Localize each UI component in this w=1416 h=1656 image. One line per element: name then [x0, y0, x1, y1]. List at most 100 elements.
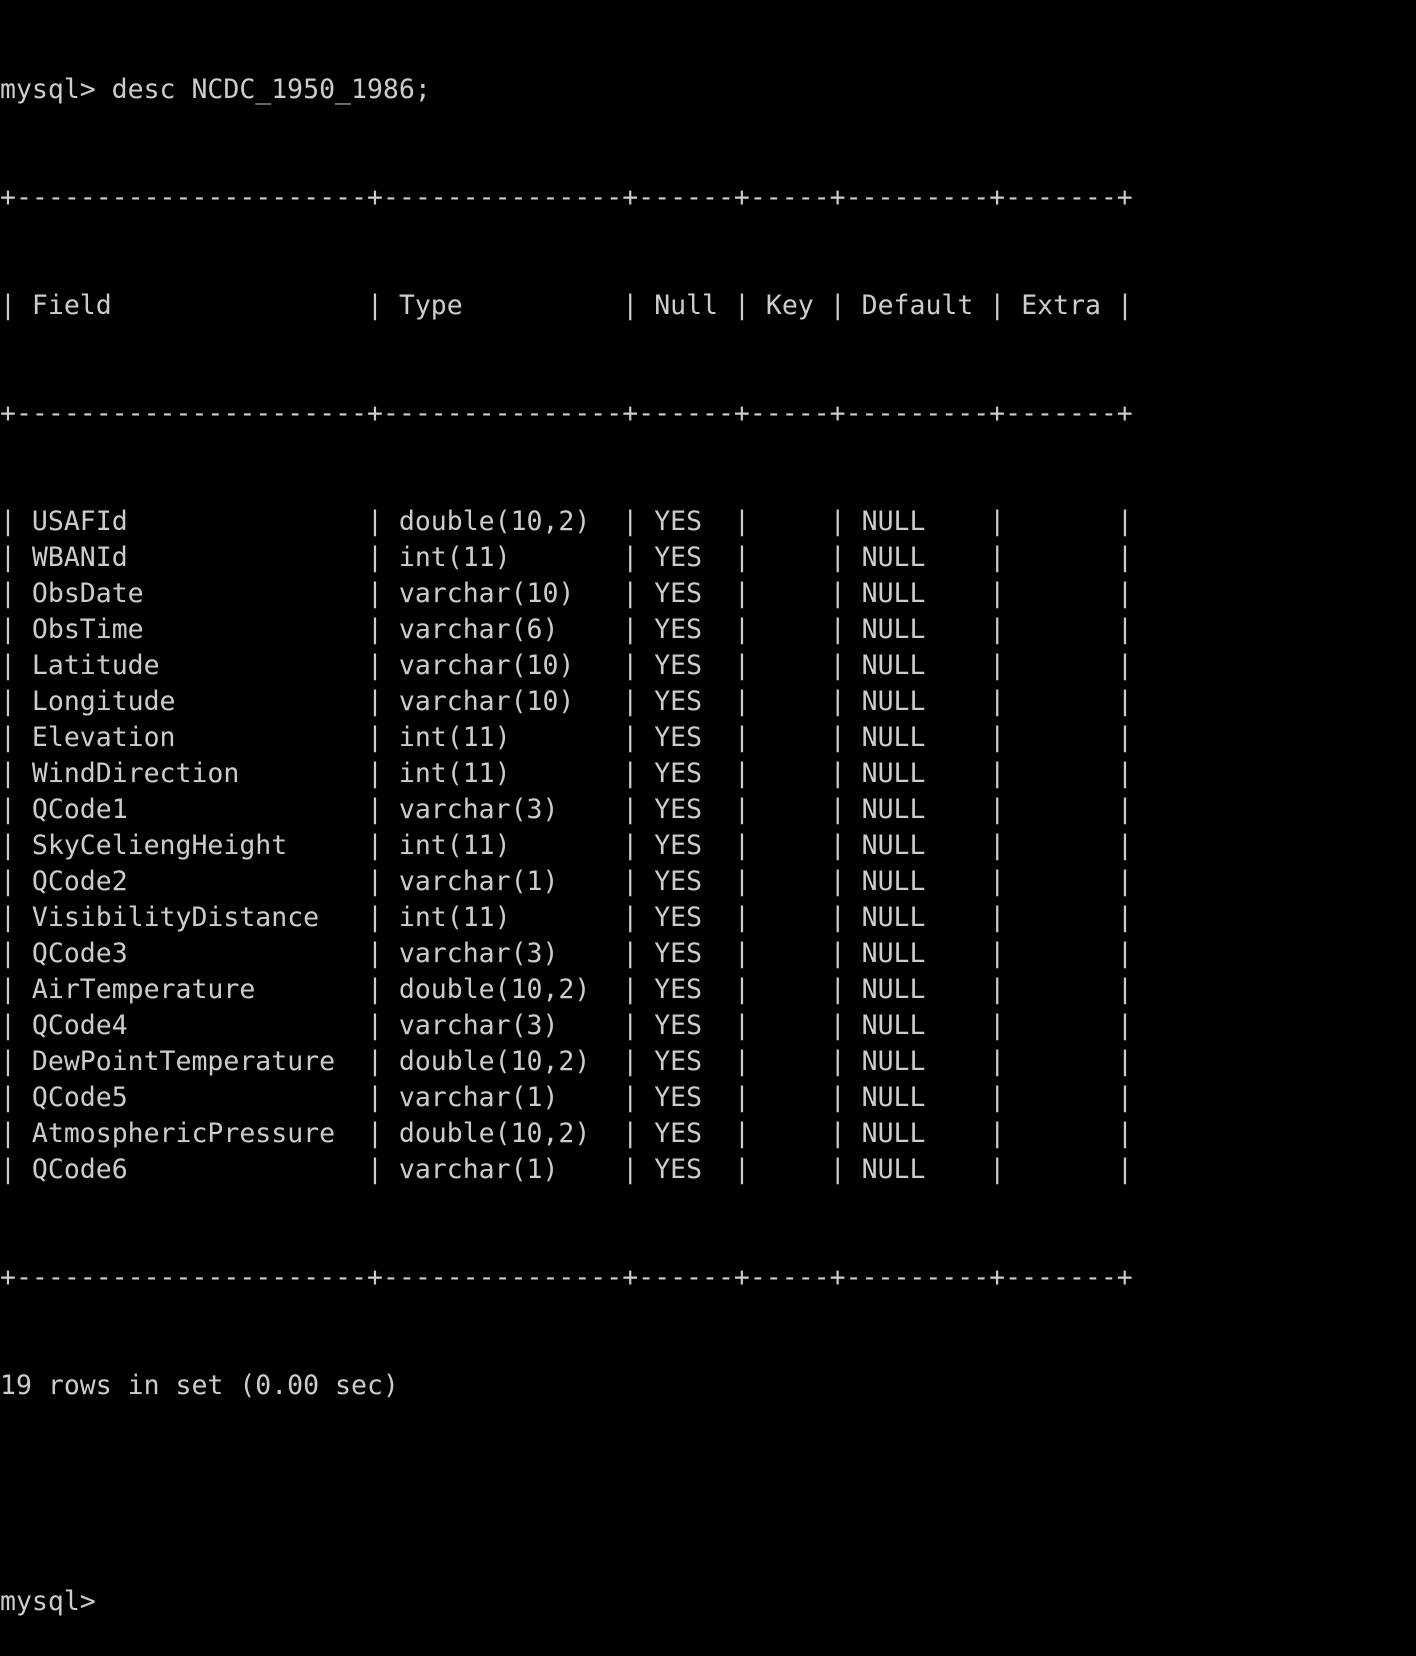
- column-separator: |: [829, 578, 846, 609]
- cell-key: [750, 648, 830, 684]
- column-separator: |: [622, 902, 639, 933]
- column-separator: |: [733, 650, 750, 681]
- cell-key: [750, 1080, 830, 1116]
- column-separator: |: [622, 1118, 639, 1149]
- cell-extra: [1005, 576, 1117, 612]
- column-separator: |: [366, 1082, 383, 1113]
- cell-null: YES: [638, 1046, 734, 1077]
- cell-default: NULL: [845, 506, 990, 537]
- cell-field: Elevation: [15, 722, 367, 753]
- column-separator: |: [0, 1082, 16, 1113]
- column-separator: |: [829, 866, 846, 897]
- column-separator: |: [622, 542, 639, 573]
- cell-field: ObsDate: [15, 578, 367, 609]
- cell-type: int(11): [382, 830, 623, 861]
- cell-field: QCode4: [15, 1010, 367, 1041]
- table-row: | USAFId | double(10,2) | YES | | NULL |…: [0, 504, 1416, 540]
- column-separator: |: [0, 758, 16, 789]
- cell-extra: [1005, 1152, 1117, 1188]
- cell-key: [750, 972, 830, 1008]
- column-separator: |: [0, 578, 16, 609]
- column-separator: |: [733, 686, 750, 717]
- column-separator: |: [733, 866, 750, 897]
- column-separator: |: [989, 506, 1006, 537]
- cell-type: double(10,2): [382, 506, 623, 537]
- cell-null: YES: [638, 938, 734, 969]
- column-separator: |: [829, 1010, 846, 1041]
- column-separator: |: [366, 938, 383, 969]
- table-row: | QCode3 | varchar(3) | YES | | NULL | |: [0, 936, 1416, 972]
- column-separator: |: [366, 614, 383, 645]
- column-separator: |: [1116, 1154, 1133, 1185]
- column-separator: |: [733, 902, 750, 933]
- column-separator: |: [366, 794, 383, 825]
- cell-null: YES: [638, 794, 734, 825]
- column-separator: |: [0, 614, 16, 645]
- cell-type: double(10,2): [382, 1118, 623, 1149]
- cell-key: [750, 792, 830, 828]
- column-separator: |: [829, 686, 846, 717]
- column-separator: |: [829, 542, 846, 573]
- column-separator: |: [622, 650, 639, 681]
- cell-type: varchar(10): [382, 650, 623, 681]
- cell-extra: [1005, 1008, 1117, 1044]
- cell-default: NULL: [845, 722, 990, 753]
- cell-type: varchar(3): [382, 938, 623, 969]
- cell-default: NULL: [845, 758, 990, 789]
- column-separator: |: [622, 1082, 639, 1113]
- table-row: | DewPointTemperature | double(10,2) | Y…: [0, 1044, 1416, 1080]
- cell-type: varchar(10): [382, 578, 623, 609]
- column-separator: |: [366, 1010, 383, 1041]
- table-row: | QCode4 | varchar(3) | YES | | NULL | |: [0, 1008, 1416, 1044]
- column-separator: |: [989, 1010, 1006, 1041]
- column-separator: |: [366, 902, 383, 933]
- column-separator: |: [622, 614, 639, 645]
- column-separator: |: [366, 830, 383, 861]
- column-separator: |: [989, 1082, 1006, 1113]
- cell-null: YES: [638, 974, 734, 1005]
- column-separator: |: [0, 902, 16, 933]
- column-separator: |: [829, 974, 846, 1005]
- column-separator: |: [366, 542, 383, 573]
- cell-null: YES: [638, 902, 734, 933]
- column-separator: |: [622, 290, 639, 321]
- cell-null: YES: [638, 1154, 734, 1185]
- header-cell-extra: Extra: [1005, 290, 1117, 321]
- cell-type: int(11): [382, 722, 623, 753]
- table-row: | WBANId | int(11) | YES | | NULL | |: [0, 540, 1416, 576]
- cell-default: NULL: [845, 866, 990, 897]
- cell-type: varchar(6): [382, 614, 623, 645]
- cell-null: YES: [638, 758, 734, 789]
- cell-default: NULL: [845, 1154, 990, 1185]
- cell-key: [750, 612, 830, 648]
- cell-type: double(10,2): [382, 974, 623, 1005]
- column-separator: |: [0, 506, 16, 537]
- column-separator: |: [989, 758, 1006, 789]
- cell-default: NULL: [845, 938, 990, 969]
- cell-field: QCode6: [15, 1154, 367, 1185]
- cell-key: [750, 576, 830, 612]
- column-separator: |: [1116, 506, 1133, 537]
- cell-type: varchar(1): [382, 1082, 623, 1113]
- column-separator: |: [733, 830, 750, 861]
- cell-null: YES: [638, 578, 734, 609]
- column-separator: |: [1116, 1118, 1133, 1149]
- column-separator: |: [1116, 1046, 1133, 1077]
- column-separator: |: [0, 542, 16, 573]
- cell-key: [750, 1008, 830, 1044]
- cell-field: QCode2: [15, 866, 367, 897]
- column-separator: |: [366, 722, 383, 753]
- column-separator: |: [366, 686, 383, 717]
- prompt-line[interactable]: mysql>: [0, 1584, 1416, 1620]
- header-cell-field: Field: [15, 290, 367, 321]
- cell-field: Latitude: [15, 650, 367, 681]
- terminal-window[interactable]: mysql> desc NCDC_1950_1986; +-----------…: [0, 0, 1416, 1617]
- column-separator: |: [989, 866, 1006, 897]
- cell-default: NULL: [845, 542, 990, 573]
- cell-null: YES: [638, 722, 734, 753]
- column-separator: |: [622, 866, 639, 897]
- cell-type: varchar(1): [382, 866, 623, 897]
- table-row: | SkyCeliengHeight | int(11) | YES | | N…: [0, 828, 1416, 864]
- column-separator: |: [1116, 542, 1133, 573]
- column-separator: |: [622, 1154, 639, 1185]
